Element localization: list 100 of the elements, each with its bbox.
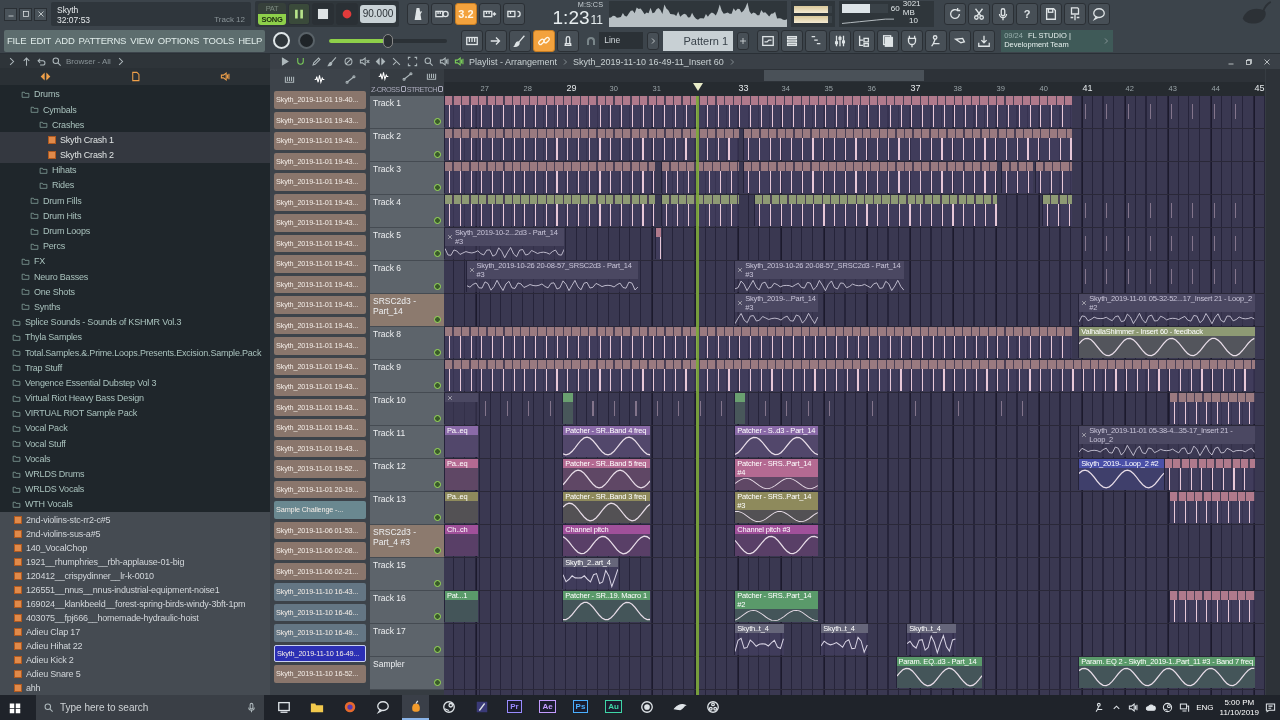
sample-item[interactable]: 126551__nnus__nnus-industrial-equipment-noise1 — [0, 583, 270, 597]
folder-item[interactable]: Drum Hits — [0, 208, 270, 224]
sample-item[interactable]: Adieu Snare 5 — [0, 667, 270, 681]
track-header[interactable]: Track 11 — [370, 426, 444, 459]
track-header[interactable]: Track 15 — [370, 558, 444, 591]
track-header[interactable]: Track 4 — [370, 195, 444, 228]
clock-date[interactable]: 11/10/2019 — [1219, 707, 1259, 718]
app-button[interactable]: Pr — [501, 695, 528, 720]
sample-item[interactable]: 2nd-violins-stc-rr2-c#5 — [0, 513, 270, 527]
app-button[interactable]: Ae — [534, 695, 561, 720]
sample-item[interactable]: Adieu Kick 2 — [0, 653, 270, 667]
track-name: Track 11 — [373, 428, 407, 438]
folder-item[interactable]: Hihats — [0, 162, 270, 178]
sample-item[interactable]: 403075__fpj666__homemade-hydraulic-hoist — [0, 611, 270, 625]
track-header[interactable]: SRSC2d3 - Part_14 — [370, 294, 444, 327]
menu-item[interactable]: PATTERNS — [78, 35, 127, 46]
folder-item[interactable]: Percs — [0, 238, 270, 254]
help-button[interactable]: ? — [1016, 3, 1038, 25]
folder-item[interactable]: Splice Sounds - Sounds of KSHMR Vol.3 — [0, 314, 270, 330]
track-name: Track 1 — [373, 98, 403, 108]
track-header[interactable]: Track 16 — [370, 591, 444, 624]
polyphony-value: 10 — [909, 15, 918, 25]
sample-item[interactable]: 169024__klankbeeld__forest-spring-birds-windy-3bft-1pm — [0, 597, 270, 611]
track-header[interactable]: Track 17 — [370, 624, 444, 657]
sample-item[interactable]: Skyth Crash 2 — [0, 147, 270, 163]
folder-item[interactable]: Thyla Samples — [0, 329, 270, 345]
time-centiseconds: 11 — [590, 12, 603, 29]
track-name: Track 5 — [373, 230, 403, 240]
track-name: Track 4 — [373, 197, 403, 207]
folder-item[interactable]: Drum Loops — [0, 223, 270, 239]
folder-item[interactable]: WRLDS Vocals — [0, 481, 270, 497]
sample-item[interactable]: 140_VocalChop — [0, 541, 270, 555]
folder-item[interactable]: WTH Vocals — [0, 496, 270, 512]
folder-item[interactable]: Vocal Pack — [0, 420, 270, 437]
folder-item[interactable]: One Shots — [0, 284, 270, 300]
folder-item[interactable]: FX — [0, 253, 270, 269]
app-button[interactable]: Au — [600, 695, 627, 720]
sample-item[interactable]: 2nd-violins-sus-a#5 — [0, 527, 270, 541]
track-header[interactable]: Track 2 — [370, 129, 444, 162]
track-name: Track 8 — [373, 329, 403, 339]
app-button[interactable]: Ps — [567, 695, 594, 720]
folder-item[interactable]: Vocals — [0, 451, 270, 467]
playlist-path: Skyth_2019-11-10 16-49-11_Insert 60 — [573, 56, 724, 67]
track-header[interactable]: Track 5 — [370, 228, 444, 261]
folder-item[interactable]: Neuro Basses — [0, 269, 270, 285]
folder-item[interactable]: Crashes — [0, 117, 270, 133]
folder-item[interactable]: Rides — [0, 177, 270, 194]
track-header[interactable]: Track 10 — [370, 393, 444, 426]
track-header[interactable]: Track 1 — [370, 96, 444, 129]
track-name: Track 16 — [373, 593, 407, 603]
track-header[interactable]: Track 13 — [370, 492, 444, 525]
track-header[interactable]: Track 6 — [370, 261, 444, 294]
track-header[interactable]: SRSC2d3 - Part_4 #3 — [370, 525, 444, 558]
tempo-field[interactable]: 90.000 — [360, 5, 396, 23]
menu-item[interactable]: EDIT — [30, 35, 52, 46]
track-header[interactable]: Track 3 — [370, 162, 444, 195]
project-name: Skyth — [57, 5, 80, 15]
menu-item[interactable]: OPTIONS — [157, 35, 200, 46]
folder-item[interactable]: WRLDS Drums — [0, 466, 270, 482]
menu-item[interactable]: ADD — [55, 35, 75, 46]
sample-item[interactable]: 1921__rhumphries__rbh-applause-01-big — [0, 555, 270, 569]
sample-item[interactable]: Adieu Clap 17 — [0, 625, 270, 639]
track-header[interactable]: Track 12 — [370, 459, 444, 492]
menu-item[interactable]: FILE — [7, 35, 27, 46]
bar-number: 45 — [1254, 83, 1265, 93]
folder-item[interactable]: Synths — [0, 299, 270, 315]
track-header[interactable]: Track 8 — [370, 327, 444, 360]
track-name: SRSC2d3 - Part_14 — [373, 296, 417, 316]
track-name: Track 3 — [373, 164, 403, 174]
track-header[interactable]: Sampler — [370, 657, 444, 690]
language-indicator[interactable]: ENG — [1196, 703, 1214, 712]
folder-item[interactable]: VIRTUAL RIOT Sample Pack — [0, 405, 270, 421]
folder-item[interactable]: Total.Samples.&.Prime.Loops.Presents.Excision.Sample.Pack — [0, 344, 270, 361]
folder-item[interactable]: Vengence Essential Dubstep Vol 3 — [0, 375, 270, 391]
folder-item[interactable]: Virtual Riot Heavy Bass Design — [0, 390, 270, 406]
sample-item[interactable]: ahh — [0, 681, 270, 695]
menu-item[interactable]: VIEW — [130, 35, 154, 46]
memory-value: 3021 MB — [902, 0, 922, 17]
pattern-selector[interactable]: Pattern 1 — [663, 30, 734, 51]
folder-item[interactable]: Drum Fills — [0, 193, 270, 209]
sample-item[interactable]: Skyth Crash 1 — [0, 132, 270, 148]
sample-item[interactable]: Adieu Hihat 22 — [0, 639, 270, 653]
clock-time[interactable]: 5:00 PM — [1224, 697, 1255, 708]
track-header[interactable]: Track 9 — [370, 360, 444, 393]
bar-number: 41 — [1082, 83, 1093, 93]
bar-number: 29 — [566, 83, 577, 93]
search-field[interactable]: Type here to search — [36, 695, 264, 720]
folder-item[interactable]: Trap Stuff — [0, 360, 270, 376]
menu-item[interactable]: HELP — [238, 35, 263, 46]
snap-dropdown[interactable]: Line — [599, 32, 644, 49]
track-name: Track 12 — [373, 461, 407, 471]
menu-item[interactable]: TOOLS — [203, 35, 235, 46]
cpu-value: 60 — [890, 3, 900, 13]
project-time: 32:07:53 — [57, 15, 91, 25]
folder-item[interactable]: Drums — [0, 86, 270, 102]
folder-item[interactable]: Vocal Stuff — [0, 436, 270, 452]
sample-item[interactable]: 120412__crispydinner__lr-k-0010 — [0, 569, 270, 583]
track-name: Track 17 — [373, 626, 407, 636]
track-name: Track 6 — [373, 263, 403, 273]
folder-item[interactable]: Cymbals — [0, 101, 270, 118]
